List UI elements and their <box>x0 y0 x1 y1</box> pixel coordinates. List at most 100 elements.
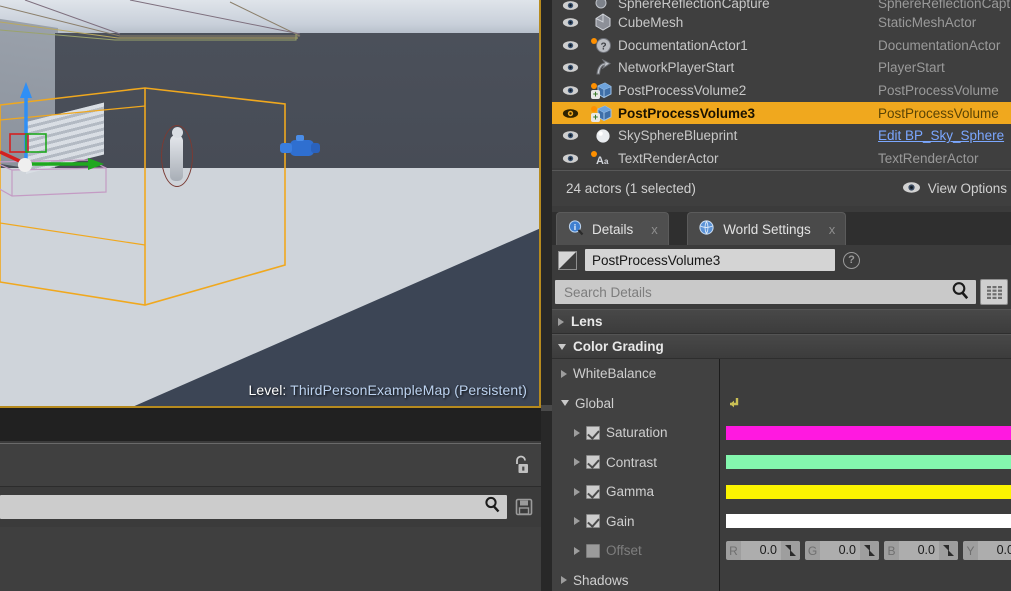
spinner-r[interactable]: R 0.0 <box>726 541 800 561</box>
tab-details[interactable]: i Details x <box>556 212 669 245</box>
property-row-gamma[interactable]: Gamma <box>552 477 1011 507</box>
visibility-eye-icon[interactable] <box>552 40 588 51</box>
outliner-row-documentationactor1[interactable]: ? DocumentationActor1 DocumentationActor <box>552 34 1011 57</box>
chevron-right-icon[interactable] <box>574 428 580 437</box>
spinner-channel-label: B <box>887 543 896 558</box>
color-swatch-gamma[interactable] <box>726 484 1011 499</box>
help-question-icon[interactable]: ? <box>843 251 860 269</box>
visibility-eye-icon[interactable] <box>552 17 588 28</box>
chevron-right-icon[interactable] <box>574 487 580 496</box>
outliner-edit-blueprint-link[interactable]: Edit BP_Sky_Sphere <box>878 128 1011 143</box>
property-row-global[interactable]: Global <box>552 388 1011 418</box>
spinner-drag-handle[interactable] <box>939 541 958 561</box>
property-row-gain[interactable]: Gain <box>552 506 1011 536</box>
tab-world-settings[interactable]: World Settings x <box>687 212 847 245</box>
tab-close-icon[interactable]: x <box>829 222 836 237</box>
outliner-row-cubemesh[interactable]: CubeMesh StaticMeshActor <box>552 11 1011 34</box>
player-character-actor[interactable] <box>161 125 193 187</box>
static-mesh-icon <box>588 13 618 31</box>
property-checkbox-contrast[interactable] <box>586 455 600 470</box>
outliner-row-skysphereblueprint[interactable]: SkySphereBlueprint Edit BP_Sky_Sphere <box>552 124 1011 147</box>
property-checkbox-saturation[interactable] <box>586 425 600 440</box>
chevron-right-icon[interactable] <box>574 458 580 467</box>
outliner-row-postprocessvolume3[interactable]: + PostProcessVolume3 PostProcessVolume <box>552 101 1011 125</box>
visibility-eye-icon[interactable] <box>552 85 588 96</box>
spinner-b[interactable]: B 0.0 <box>884 541 958 561</box>
property-row-offset[interactable]: Offset R 0.0 G 0.0 B 0.0 Y 0.0 <box>552 536 1011 566</box>
chevron-down-icon[interactable] <box>561 400 569 407</box>
color-swatch-contrast[interactable] <box>726 455 1011 470</box>
property-row-whitebalance[interactable]: WhiteBalance <box>552 359 1011 389</box>
search-details-input[interactable]: Search Details <box>555 280 976 304</box>
outliner-actor-label: CubeMesh <box>618 14 684 30</box>
blue-prop-actor[interactable] <box>278 134 338 168</box>
chevron-right-icon[interactable] <box>561 576 567 585</box>
column-view-icon[interactable] <box>980 279 1008 305</box>
color-swatch-gain[interactable] <box>726 514 1011 529</box>
tab-label: Details <box>592 221 634 237</box>
spinner-value[interactable]: 0.0 <box>820 541 860 561</box>
visibility-eye-icon[interactable] <box>552 108 588 119</box>
world-outliner-list[interactable]: SphereReflectionCapture SphereReflectionC… <box>552 0 1011 168</box>
property-checkbox-offset[interactable] <box>586 543 600 558</box>
spinner-value[interactable]: 0.0 <box>899 541 939 561</box>
spinner-drag-handle[interactable] <box>781 541 800 561</box>
visibility-eye-icon[interactable] <box>552 62 588 73</box>
outliner-row-textrenderactor[interactable]: Aa TextRenderActor TextRenderActor <box>552 147 1011 170</box>
property-row-saturation[interactable]: Saturation <box>552 418 1011 448</box>
outliner-actor-label: SphereReflectionCapture <box>618 0 770 11</box>
details-property-tree[interactable]: Lens Color Grading WhiteBalance Global Satu… <box>552 309 1011 591</box>
property-row-contrast[interactable]: Contrast <box>552 447 1011 477</box>
property-checkbox-gamma[interactable] <box>586 484 600 499</box>
spinner-y[interactable]: Y 0.0 <box>963 541 1011 561</box>
property-label-cell: Global <box>552 388 720 418</box>
bottom-left-toolbar <box>0 443 541 487</box>
save-disk-icon[interactable] <box>507 495 541 519</box>
property-name-label: Gain <box>606 513 635 529</box>
property-row-shadows[interactable]: Shadows <box>552 565 1011 591</box>
view-options-button[interactable]: View Options <box>902 181 1007 197</box>
level-viewport[interactable]: Level: ThirdPersonExampleMap (Persistent… <box>0 0 541 408</box>
bottom-left-content-area <box>0 527 541 591</box>
property-category-color-grading[interactable]: Color Grading <box>552 334 1011 359</box>
viewport-level-label: Level: ThirdPersonExampleMap (Persistent… <box>0 382 527 398</box>
property-name-label: Contrast <box>606 454 658 470</box>
documentation-actor-icon: ? <box>588 36 618 54</box>
visibility-eye-icon[interactable] <box>552 153 588 164</box>
right-panel-column: SphereReflectionCapture SphereReflectionC… <box>552 0 1011 591</box>
character-head <box>172 127 183 138</box>
chevron-right-icon[interactable] <box>574 546 580 555</box>
reset-arrow-icon[interactable] <box>726 395 742 411</box>
property-label-cell: Offset <box>552 536 720 566</box>
outliner-actor-label: DocumentationActor1 <box>618 37 748 53</box>
chevron-right-icon[interactable] <box>558 317 564 326</box>
visibility-eye-icon[interactable] <box>552 0 588 11</box>
property-category-lens[interactable]: Lens <box>552 309 1011 334</box>
property-checkbox-gain[interactable] <box>586 514 600 529</box>
visibility-eye-icon[interactable] <box>552 130 588 141</box>
panel-splitter-handle[interactable] <box>541 405 552 411</box>
category-label: Color Grading <box>573 339 664 354</box>
spinner-value[interactable]: 0.0 <box>741 541 781 561</box>
color-swatch-saturation[interactable] <box>726 425 1011 440</box>
spinner-g[interactable]: G 0.0 <box>805 541 879 561</box>
svg-text:?: ? <box>600 42 606 53</box>
actor-name-field[interactable]: PostProcessVolume3 <box>585 249 835 271</box>
search-icon[interactable] <box>951 281 970 303</box>
outliner-row-networkplayerstart[interactable]: NetworkPlayerStart PlayerStart <box>552 56 1011 79</box>
chevron-down-icon[interactable] <box>558 343 566 350</box>
transform-gizmo[interactable] <box>0 72 115 182</box>
character-body <box>170 135 183 181</box>
tab-close-icon[interactable]: x <box>651 222 658 237</box>
unlock-icon[interactable] <box>511 454 531 476</box>
chevron-right-icon[interactable] <box>561 369 567 378</box>
asset-search-input[interactable] <box>0 495 507 519</box>
outliner-row-postprocessvolume2[interactable]: + PostProcessVolume2 PostProcessVolume <box>552 79 1011 102</box>
spinner-value[interactable]: 0.0 <box>978 541 1011 561</box>
property-value-cell <box>720 565 1011 591</box>
spinner-drag-handle[interactable] <box>860 541 879 561</box>
outliner-row-spherereflectioncapture[interactable]: SphereReflectionCapture SphereReflectionC… <box>552 0 1011 11</box>
world-globe-icon <box>698 219 715 239</box>
chevron-right-icon[interactable] <box>574 517 580 526</box>
search-icon <box>484 496 501 518</box>
